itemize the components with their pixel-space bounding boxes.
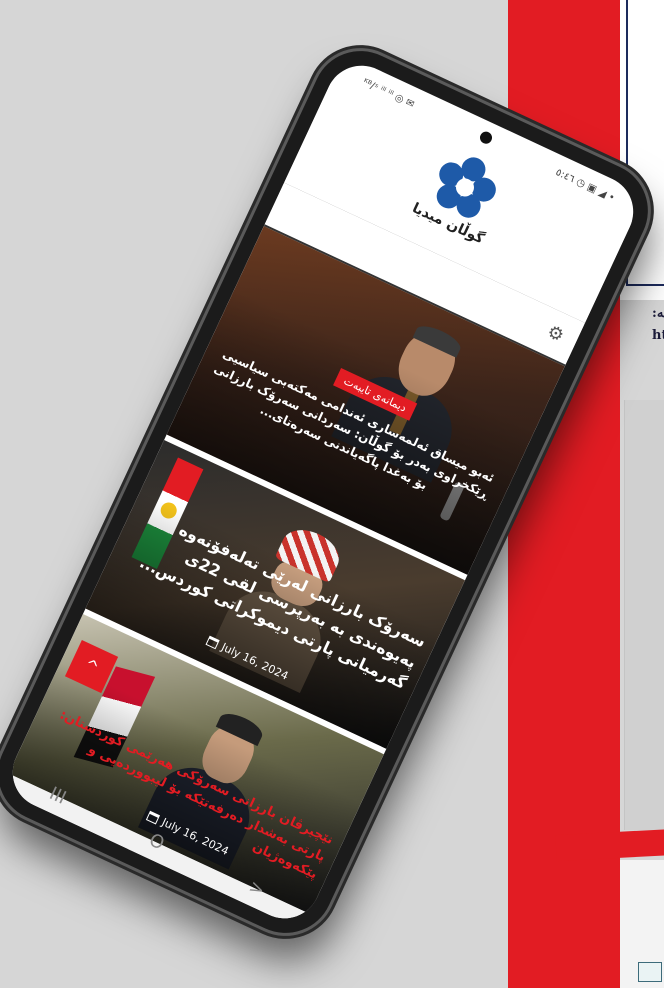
document-panel <box>624 400 664 830</box>
document-text: :ئە <box>652 306 664 321</box>
front-camera <box>478 129 494 146</box>
gear-icon[interactable]: ⚙ <box>544 321 568 347</box>
footer-icon <box>638 962 662 982</box>
document-text: ht <box>652 328 664 343</box>
red-bar <box>555 828 664 862</box>
